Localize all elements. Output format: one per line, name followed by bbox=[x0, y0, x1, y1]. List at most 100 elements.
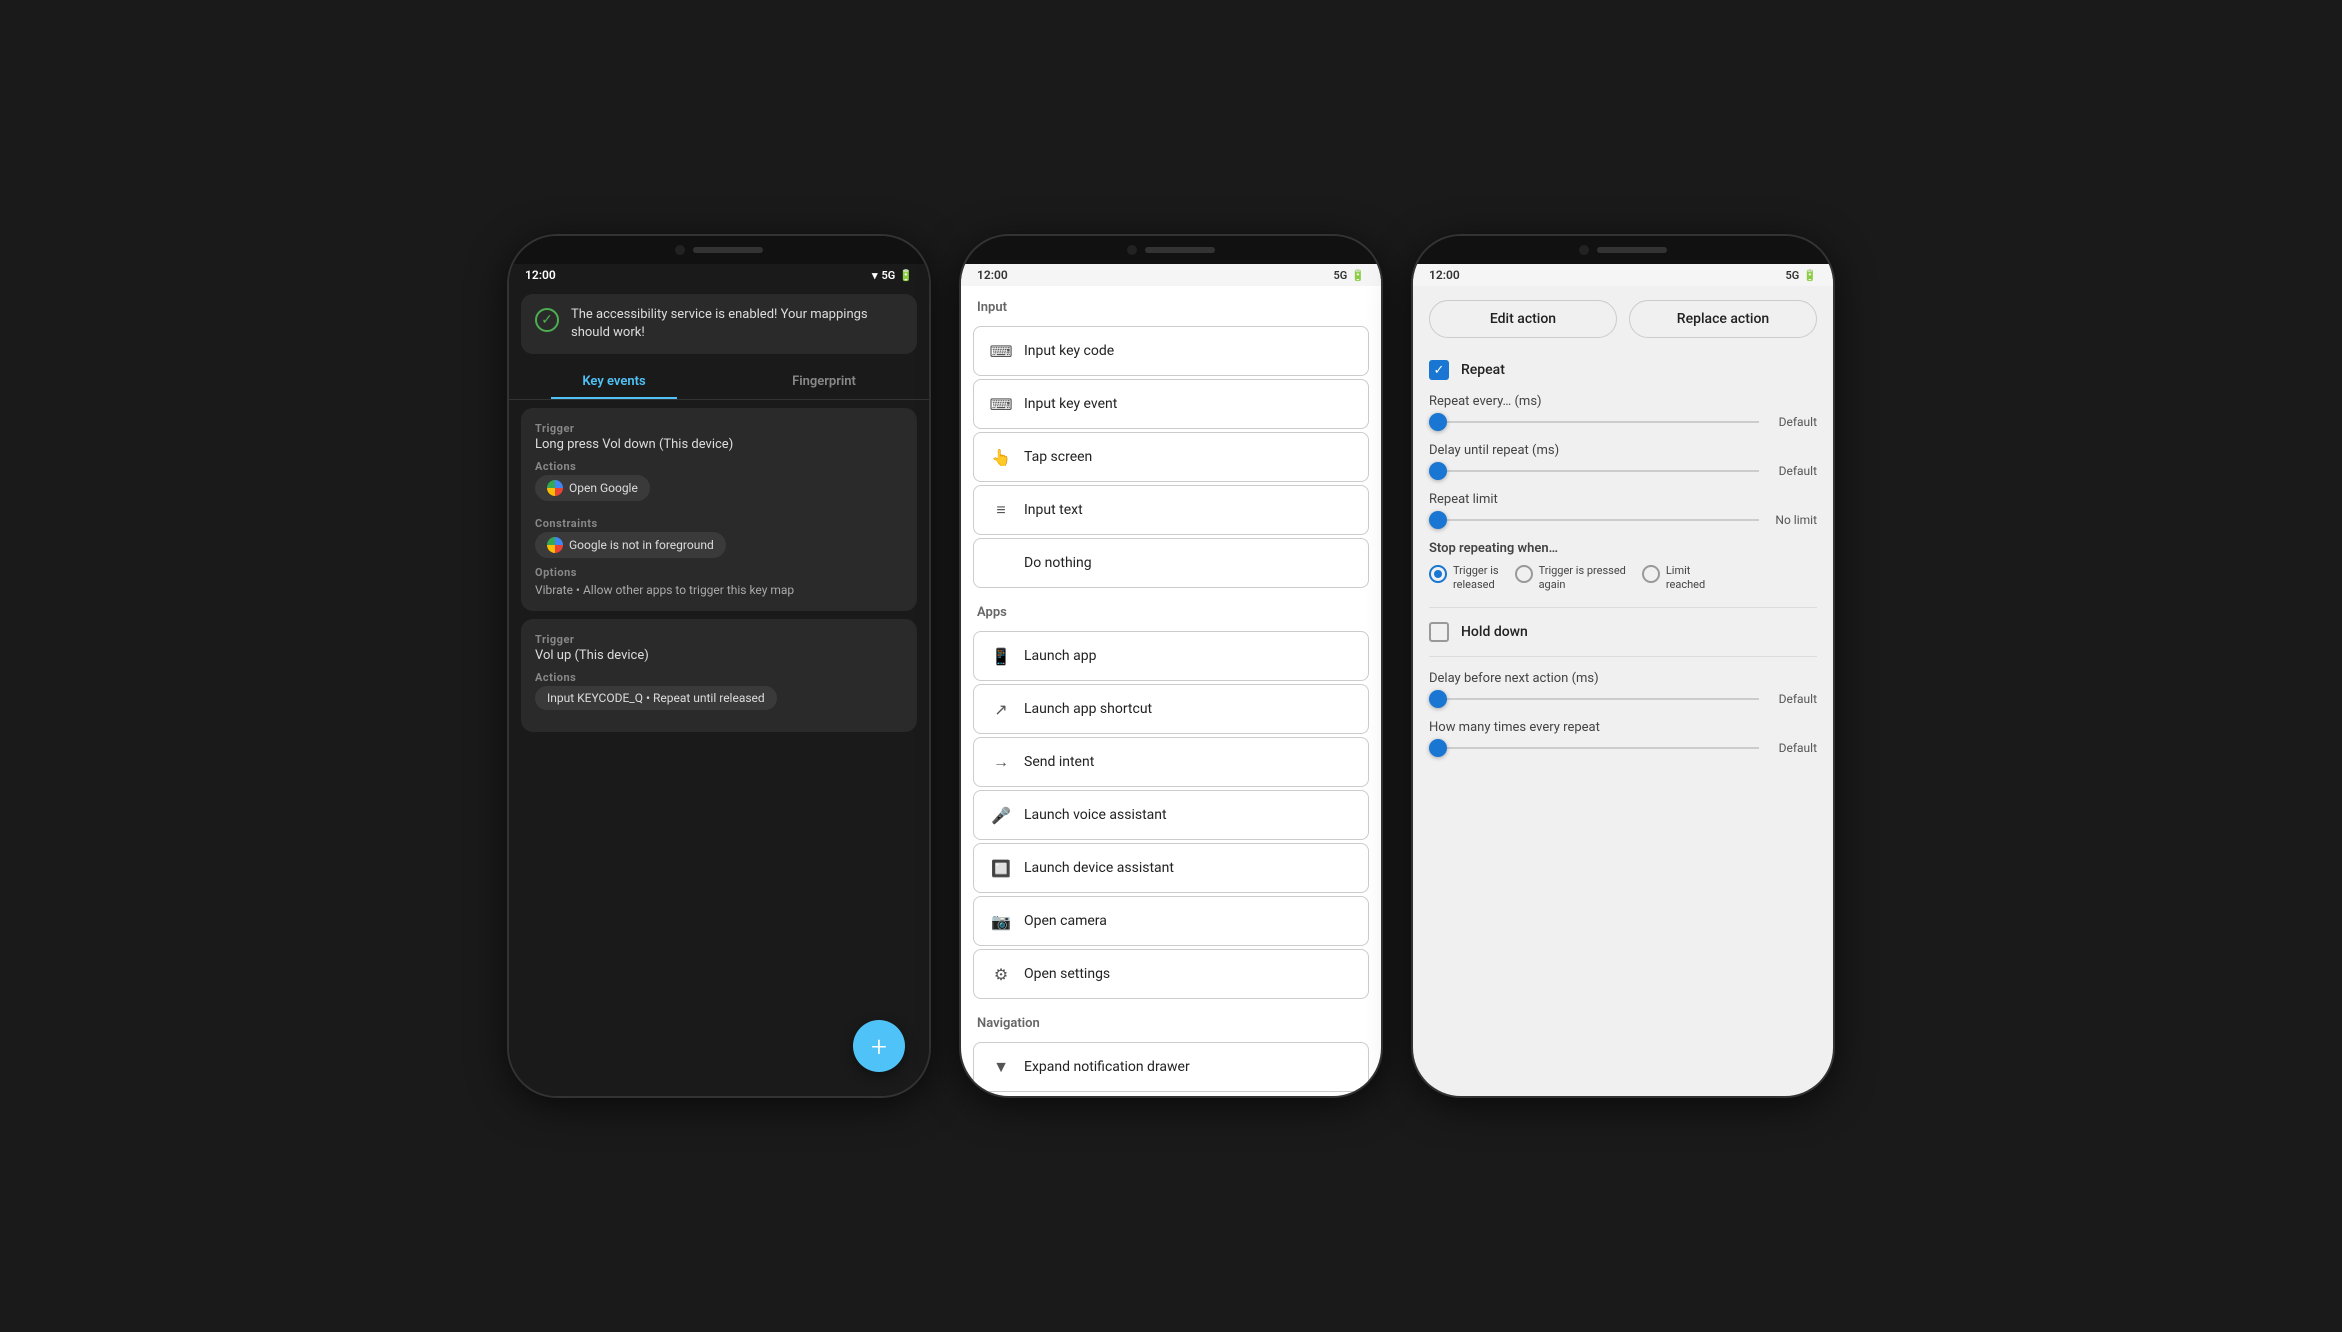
launch-voice-assistant-label: Launch voice assistant bbox=[1024, 807, 1167, 823]
settings-icon: ⚙ bbox=[990, 963, 1012, 985]
input-text-icon: ≡ bbox=[990, 499, 1012, 521]
phone-1: 12:00 ▾ 5G 🔋 ✓ The accessibility service… bbox=[509, 236, 929, 1096]
settings-scroll: ✓ Repeat Repeat every… (ms) Default Del bbox=[1413, 352, 1833, 1096]
speaker-icon bbox=[693, 247, 763, 253]
action-chip-2[interactable]: Input KEYCODE_Q • Repeat until released bbox=[535, 686, 777, 710]
fab-add-button[interactable]: + bbox=[853, 1020, 905, 1072]
how-many-bar[interactable] bbox=[1429, 747, 1759, 749]
wifi-icon: ▾ bbox=[872, 269, 878, 282]
constraint-text-1: Google is not in foreground bbox=[569, 538, 714, 552]
launch-app-shortcut-label: Launch app shortcut bbox=[1024, 701, 1152, 717]
launch-device-assistant-label: Launch device assistant bbox=[1024, 860, 1174, 876]
radio-label-2: Trigger is pressedagain bbox=[1539, 564, 1626, 593]
constraint-chip-1[interactable]: Google is not in foreground bbox=[535, 532, 726, 558]
status-bar-2: 12:00 5G 🔋 bbox=[961, 264, 1381, 286]
launch-app-shortcut-item[interactable]: ↗ Launch app shortcut bbox=[973, 684, 1369, 734]
repeat-limit-label: Repeat limit bbox=[1429, 492, 1817, 507]
delay-next-value: Default bbox=[1767, 692, 1817, 706]
how-many-track: Default bbox=[1429, 741, 1817, 755]
repeat-limit-track: No limit bbox=[1429, 513, 1817, 527]
launch-device-assistant-item[interactable]: 🔲 Launch device assistant bbox=[973, 843, 1369, 893]
settings-panel: ✓ Repeat Repeat every… (ms) Default Del bbox=[1413, 352, 1833, 763]
repeat-limit-thumb[interactable] bbox=[1429, 511, 1447, 529]
input-text-item[interactable]: ≡ Input text bbox=[973, 485, 1369, 535]
do-nothing-label: Do nothing bbox=[1024, 555, 1092, 571]
mapping-card-2[interactable]: Trigger Vol up (This device) Actions Inp… bbox=[521, 619, 917, 732]
radio-trigger-released[interactable]: Trigger isreleased bbox=[1429, 564, 1499, 593]
expand-notification-item[interactable]: ▼ Expand notification drawer bbox=[973, 1042, 1369, 1092]
status-bar-1: 12:00 ▾ 5G 🔋 bbox=[509, 264, 929, 286]
phone-1-screen: 12:00 ▾ 5G 🔋 ✓ The accessibility service… bbox=[509, 264, 929, 1096]
delay-next-thumb[interactable] bbox=[1429, 690, 1447, 708]
options-value-1: Vibrate • Allow other apps to trigger th… bbox=[535, 583, 903, 597]
repeat-every-track: Default bbox=[1429, 415, 1817, 429]
input-key-code-item[interactable]: ⌨ Input key code bbox=[973, 326, 1369, 376]
send-intent-item[interactable]: → Send intent bbox=[973, 737, 1369, 787]
time-3: 12:00 bbox=[1429, 268, 1460, 282]
signal-1: 5G bbox=[882, 269, 896, 282]
open-settings-label: Open settings bbox=[1024, 966, 1110, 982]
radio-group: Trigger isreleased Trigger is pressedaga… bbox=[1429, 564, 1817, 593]
open-settings-item[interactable]: ⚙ Open settings bbox=[973, 949, 1369, 999]
mapping-card-1[interactable]: Trigger Long press Vol down (This device… bbox=[521, 408, 917, 611]
launch-app-item[interactable]: 📱 Launch app bbox=[973, 631, 1369, 681]
edit-action-button[interactable]: Edit action bbox=[1429, 300, 1617, 338]
radio-label-1: Trigger isreleased bbox=[1453, 564, 1499, 593]
tab-key-events[interactable]: Key events bbox=[509, 362, 719, 399]
camera-icon: 📷 bbox=[990, 910, 1012, 932]
action-text-1: Open Google bbox=[569, 481, 638, 495]
tap-screen-label: Tap screen bbox=[1024, 449, 1092, 465]
delay-until-thumb[interactable] bbox=[1429, 462, 1447, 480]
launch-app-icon: 📱 bbox=[990, 645, 1012, 667]
mappings-list: Trigger Long press Vol down (This device… bbox=[509, 400, 929, 1096]
how-many-thumb[interactable] bbox=[1429, 739, 1447, 757]
tab-fingerprint[interactable]: Fingerprint bbox=[719, 362, 929, 399]
phone-1-top bbox=[509, 236, 929, 264]
trigger-value-2: Vol up (This device) bbox=[535, 648, 903, 663]
time-1: 12:00 bbox=[525, 268, 556, 282]
action-text-2: Input KEYCODE_Q • Repeat until released bbox=[547, 691, 765, 705]
signal-3: 5G bbox=[1786, 269, 1800, 282]
divider-2 bbox=[1429, 656, 1817, 657]
battery-icon-3: 🔋 bbox=[1803, 269, 1817, 282]
open-camera-item[interactable]: 📷 Open camera bbox=[973, 896, 1369, 946]
radio-trigger-again[interactable]: Trigger is pressedagain bbox=[1515, 564, 1626, 593]
launch-voice-assistant-item[interactable]: 🎤 Launch voice assistant bbox=[973, 790, 1369, 840]
repeat-every-label: Repeat every… (ms) bbox=[1429, 394, 1817, 409]
battery-icon-1: 🔋 bbox=[899, 269, 913, 282]
repeat-checkbox[interactable]: ✓ bbox=[1429, 360, 1449, 380]
radio-outer-3 bbox=[1642, 565, 1660, 583]
repeat-label: Repeat bbox=[1461, 362, 1505, 378]
status-icons-2: 5G 🔋 bbox=[1334, 269, 1366, 282]
status-icons-3: 5G 🔋 bbox=[1786, 269, 1818, 282]
options-label-1: Options bbox=[535, 566, 903, 579]
how-many-value: Default bbox=[1767, 741, 1817, 755]
key-event-icon: ⌨ bbox=[990, 393, 1012, 415]
repeat-limit-bar[interactable] bbox=[1429, 519, 1759, 521]
trigger-label-1: Trigger bbox=[535, 422, 903, 435]
phone-3-screen: 12:00 5G 🔋 Edit action Replace action ✓ … bbox=[1413, 264, 1833, 1096]
expand-notif-icon: ▼ bbox=[990, 1056, 1012, 1078]
status-bar-3: 12:00 5G 🔋 bbox=[1413, 264, 1833, 286]
action-buttons-row: Edit action Replace action bbox=[1413, 286, 1833, 352]
section-navigation: Navigation bbox=[961, 1002, 1381, 1039]
hold-down-label: Hold down bbox=[1461, 624, 1528, 640]
constraints-label-1: Constraints bbox=[535, 517, 903, 530]
time-2: 12:00 bbox=[977, 268, 1008, 282]
delay-until-row: Delay until repeat (ms) Default bbox=[1429, 443, 1817, 478]
radio-limit-reached[interactable]: Limitreached bbox=[1642, 564, 1705, 593]
do-nothing-item[interactable]: Do nothing bbox=[973, 538, 1369, 588]
tabs-bar: Key events Fingerprint bbox=[509, 362, 929, 400]
action-chip-1[interactable]: Open Google bbox=[535, 475, 650, 501]
replace-action-button[interactable]: Replace action bbox=[1629, 300, 1817, 338]
notification-card: ✓ The accessibility service is enabled! … bbox=[521, 294, 917, 354]
expand-notification-label: Expand notification drawer bbox=[1024, 1059, 1190, 1075]
hold-down-checkbox[interactable] bbox=[1429, 622, 1449, 642]
tap-screen-item[interactable]: 👆 Tap screen bbox=[973, 432, 1369, 482]
input-key-event-item[interactable]: ⌨ Input key event bbox=[973, 379, 1369, 429]
repeat-every-bar[interactable] bbox=[1429, 421, 1759, 423]
repeat-every-thumb[interactable] bbox=[1429, 413, 1447, 431]
launch-app-shortcut-icon: ↗ bbox=[990, 698, 1012, 720]
delay-until-bar[interactable] bbox=[1429, 470, 1759, 472]
delay-next-bar[interactable] bbox=[1429, 698, 1759, 700]
